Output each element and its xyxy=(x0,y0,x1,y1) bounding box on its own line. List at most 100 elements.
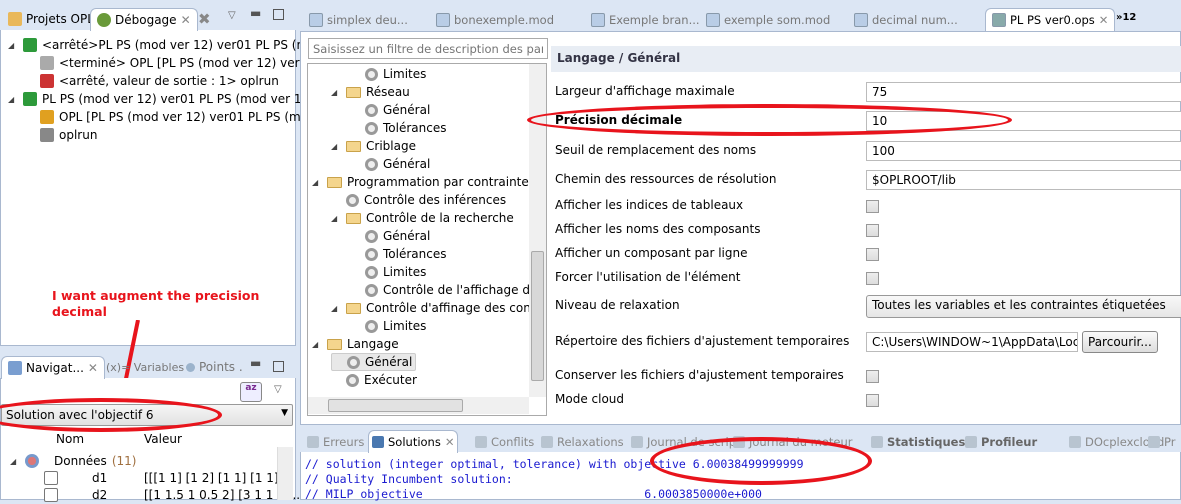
gear-icon xyxy=(365,157,378,171)
parameter-tree-item[interactable]: ◢ Contrôle d'affinage des confli xyxy=(331,299,542,317)
parameter-tree-item[interactable]: ◢ Langage xyxy=(312,335,399,353)
gear-icon xyxy=(365,319,378,333)
debug-tree-item[interactable]: OPL [PL PS (mod ver 12) ver01 PL PS (mod xyxy=(40,108,316,126)
tab-variables[interactable]: (x)= Variables xyxy=(100,356,190,378)
debug-tree-item[interactable]: ◢ PL PS (mod ver 12) ver01 PL PS (mod ver… xyxy=(8,90,337,108)
close-icon[interactable]: ✕ xyxy=(445,435,455,449)
expand-icon[interactable]: ◢ xyxy=(8,41,18,50)
close-icon[interactable]: ✕ xyxy=(181,13,191,27)
table-row[interactable]: d2 [[1 1.5 1 0.5 2] [3 1 1 3 ... xyxy=(44,486,300,504)
setting-checkbox[interactable] xyxy=(866,200,879,213)
gear-icon xyxy=(346,193,359,207)
remove-all-terminated-icon[interactable]: ✖ xyxy=(198,10,211,28)
parameter-tree-item[interactable]: Général xyxy=(350,101,430,119)
debug-tree-item[interactable]: ◢ <arrêté>PL PS (mod ver 12) ver01 PL PS … xyxy=(8,36,334,54)
debug-tree-item[interactable]: oplrun xyxy=(40,126,97,144)
close-icon[interactable]: ✕ xyxy=(1099,13,1109,27)
parameter-tree-item[interactable]: Limites xyxy=(350,65,426,83)
parameter-tree-item[interactable]: Exécuter xyxy=(331,371,417,389)
parameter-tree-item[interactable]: Contrôle des inférences xyxy=(331,191,506,209)
setting-label: Chemin des ressources de résolution xyxy=(555,172,777,186)
editor-tab[interactable]: decimal num... xyxy=(848,8,964,31)
editor-tab[interactable]: simplex deu... xyxy=(303,8,414,31)
parameter-tree-item[interactable]: Limites xyxy=(350,263,426,281)
data-group[interactable]: ◢ Données (11) xyxy=(10,452,136,470)
parameter-tree-item[interactable]: Général xyxy=(350,155,430,173)
table-row[interactable]: d1 [[[1 1] [1 2] [1 1] [1 1]... xyxy=(44,469,290,487)
setting-checkbox[interactable] xyxy=(866,272,879,285)
expand-icon[interactable]: ◢ xyxy=(331,214,341,223)
parameter-filter-input[interactable] xyxy=(308,38,548,59)
setting-input[interactable]: 10 xyxy=(866,111,1181,131)
console-tab[interactable]: Erreurs xyxy=(304,430,367,453)
console-tab[interactable]: Relaxations xyxy=(538,430,627,453)
setting-input[interactable]: $OPLROOT/lib xyxy=(866,170,1181,190)
minimize-icon[interactable]: ▬ xyxy=(250,6,261,20)
parameter-tree-item[interactable]: Général xyxy=(331,353,417,371)
folder-icon xyxy=(346,302,361,314)
parameter-tree-item[interactable]: Limites xyxy=(350,317,426,335)
maximize-icon[interactable] xyxy=(273,361,284,372)
expand-icon[interactable]: ◢ xyxy=(331,304,341,313)
scrollbar[interactable] xyxy=(277,447,293,500)
tab-points[interactable]: Points . xyxy=(180,356,249,378)
editor-tab[interactable]: exemple som.mod xyxy=(700,8,836,31)
console-tab[interactable]: Solutions ✕ xyxy=(368,430,459,453)
parameter-tree-item[interactable]: ◢ Criblage xyxy=(331,137,416,155)
editor-tab[interactable]: Exemple bran... xyxy=(585,8,706,31)
view-menu-icon[interactable]: ▽ xyxy=(274,384,282,395)
solution-dropdown[interactable]: Solution avec l'objectif 6 ▼ xyxy=(1,404,293,426)
setting-path-input[interactable]: C:\Users\WINDOW~1\AppData\Local\ xyxy=(866,332,1078,352)
tab-debogage[interactable]: Débogage ✕ xyxy=(90,8,198,31)
console-tab[interactable]: Conflits xyxy=(472,430,537,453)
view-menu-icon[interactable]: ▽ xyxy=(228,10,236,21)
parameter-tree-item[interactable]: Général xyxy=(350,227,430,245)
editor-tab[interactable]: PL PS ver0.ops ✕ xyxy=(985,8,1116,31)
console-tab[interactable]: Journal du moteur xyxy=(730,430,856,453)
browse-button[interactable]: Parcourir... xyxy=(1082,331,1158,353)
minimize-icon[interactable]: ▬ xyxy=(250,356,261,370)
column-header-nom[interactable]: Nom xyxy=(56,432,84,446)
column-header-valeur[interactable]: Valeur xyxy=(144,432,182,446)
setting-checkbox[interactable] xyxy=(866,370,879,383)
setting-select[interactable]: Toutes les variables et les contraintes … xyxy=(866,295,1181,318)
editor-tab[interactable]: bonexemple.mod xyxy=(430,8,560,31)
console-tab[interactable]: Profileur xyxy=(962,430,1040,453)
expand-icon[interactable]: ◢ xyxy=(10,457,20,466)
expand-icon[interactable]: ◢ xyxy=(8,95,18,104)
parameter-tree-item[interactable]: ◢ Programmation par contraintes xyxy=(312,173,535,191)
expand-icon[interactable]: ◢ xyxy=(331,88,341,97)
expand-icon[interactable]: ◢ xyxy=(312,178,322,187)
parameter-tree-item[interactable]: ◢ Réseau xyxy=(331,83,410,101)
close-icon[interactable]: ✕ xyxy=(88,361,98,375)
parameter-tree-item[interactable]: Tolérances xyxy=(350,119,446,137)
parameter-tree-item[interactable]: ◢ Contrôle de la recherche xyxy=(331,209,514,227)
chevron-down-icon: ▼ xyxy=(281,408,288,418)
expand-icon[interactable]: ◢ xyxy=(312,340,322,349)
process-icon xyxy=(40,128,54,142)
console-tab[interactable]: Statistiques xyxy=(868,430,968,453)
parameter-tree-item[interactable]: Contrôle de l'affichage des xyxy=(350,281,544,299)
setting-checkbox[interactable] xyxy=(866,248,879,261)
tab-projets-opl[interactable]: Projets OPL xyxy=(2,8,100,30)
console-tab[interactable]: Pr xyxy=(1145,430,1178,453)
launch-icon xyxy=(23,92,37,106)
maximize-icon[interactable] xyxy=(273,9,284,20)
console-tab-icon xyxy=(965,435,977,448)
horizontal-scrollbar[interactable] xyxy=(308,397,529,414)
expand-icon[interactable]: ◢ xyxy=(331,142,341,151)
setting-input[interactable]: 100 xyxy=(866,141,1181,161)
sort-az-button[interactable]: az xyxy=(240,382,262,402)
tab-navigateur[interactable]: Navigat... ✕ xyxy=(1,356,105,379)
projects-icon xyxy=(8,12,22,26)
console-tab-icon xyxy=(541,435,553,448)
console-tab[interactable]: Journal de script xyxy=(628,430,744,453)
setting-checkbox[interactable] xyxy=(866,394,879,407)
setting-input[interactable]: 75 xyxy=(866,82,1181,102)
debug-tree-item[interactable]: <arrêté, valeur de sortie : 1> oplrun xyxy=(40,72,279,90)
editor-tab-overflow[interactable]: »12 xyxy=(1116,12,1136,23)
parameter-tree-item[interactable]: Tolérances xyxy=(350,245,446,263)
debug-tree-item[interactable]: <terminé> OPL [PL PS (mod ver 12) ver01 … xyxy=(40,54,344,72)
vertical-scrollbar[interactable] xyxy=(529,64,546,397)
setting-checkbox[interactable] xyxy=(866,224,879,237)
